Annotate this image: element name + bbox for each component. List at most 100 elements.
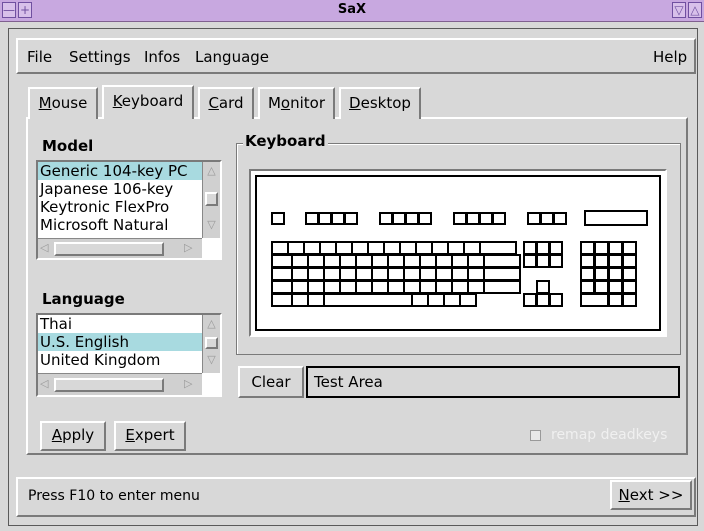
language-hscrollbar[interactable]: ◁ ▷ (38, 373, 202, 395)
keyboard-key (549, 241, 563, 255)
scroll-thumb[interactable] (54, 242, 164, 256)
keyboard-key (622, 293, 637, 307)
scroll-thumb[interactable] (205, 337, 218, 349)
window-sticky-icon[interactable]: + (18, 2, 32, 18)
tab-monitor[interactable]: Monitor (258, 87, 335, 119)
keyboard-key (271, 254, 293, 268)
keyboard-key (305, 212, 319, 225)
window-title: SaX (337, 2, 367, 17)
keyboard-key (580, 254, 595, 268)
list-item[interactable]: Keytronic FlexPro (38, 198, 202, 216)
model-hscrollbar[interactable]: ◁ ▷ (38, 238, 202, 258)
list-item[interactable]: Generic 104-key PC (38, 162, 202, 180)
scroll-thumb[interactable] (205, 192, 218, 206)
keyboard-key (271, 293, 293, 307)
keyboard-key (483, 280, 521, 294)
keyboard-key (479, 212, 493, 225)
scroll-thumb[interactable] (54, 378, 164, 392)
remap-deadkeys-label: remap deadkeys (551, 427, 668, 443)
menu-language[interactable]: Language (195, 47, 269, 67)
keyboard-key (622, 267, 637, 281)
keyboard-key (392, 212, 406, 225)
keyboard-key (608, 267, 623, 281)
keyboard-key (622, 280, 637, 294)
keyboard-key (608, 280, 623, 294)
list-item[interactable]: Thai (38, 315, 202, 333)
menu-infos[interactable]: Infos (144, 47, 180, 67)
scroll-down-icon[interactable]: ▽ (203, 353, 220, 367)
keyboard-key (323, 293, 413, 307)
keyboard-key (549, 254, 563, 268)
keyboard-key (536, 254, 550, 268)
list-item[interactable]: Japanese 106-key (38, 180, 202, 198)
keyboard-key (536, 241, 550, 255)
language-label: Language (42, 290, 125, 308)
keyboard-key (405, 212, 419, 225)
language-vscrollbar[interactable]: △ ▽ (202, 315, 220, 373)
keyboard-key (536, 293, 550, 307)
keyboard-key (580, 280, 595, 294)
next-button[interactable]: Next >> (610, 480, 692, 510)
scroll-down-icon[interactable]: ▽ (203, 218, 220, 232)
clear-button-label: Clear (251, 373, 291, 391)
model-list[interactable]: Generic 104-key PC Japanese 106-key Keyt… (38, 162, 202, 238)
keyboard-key (379, 212, 393, 225)
keyboard-key (594, 280, 609, 294)
keyboard-key (271, 280, 293, 294)
tab-desktop[interactable]: Desktop (339, 87, 421, 119)
tab-label: Mouse (38, 94, 88, 112)
list-item[interactable]: United Kingdom (38, 351, 202, 369)
tab-mouse[interactable]: Mouse (28, 87, 98, 119)
keyboard-key (540, 212, 554, 225)
keyboard-key (580, 293, 609, 307)
keyboard-key (608, 254, 623, 268)
scroll-right-icon[interactable]: ▷ (184, 241, 192, 255)
keyboard-group-label: Keyboard (243, 132, 328, 150)
list-item[interactable]: Microsoft Natural (38, 216, 202, 234)
keyboard-keys (255, 175, 661, 331)
keyboard-key (418, 212, 432, 225)
tab-card[interactable]: Card (198, 87, 254, 119)
keyboard-key (483, 267, 521, 281)
apply-button-label: Apply (51, 426, 95, 444)
scroll-up-icon[interactable]: △ (203, 317, 220, 331)
keyboard-key (580, 267, 595, 281)
keyboard-key (536, 280, 550, 294)
apply-button[interactable]: Apply (40, 421, 106, 451)
menu-file[interactable]: File (27, 47, 52, 67)
keyboard-key (318, 212, 332, 225)
keyboard-key (594, 241, 609, 255)
keyboard-key (580, 241, 595, 255)
scroll-right-icon[interactable]: ▷ (184, 377, 192, 391)
scroll-left-icon[interactable]: ◁ (40, 241, 48, 255)
model-vscrollbar[interactable]: △ ▽ (202, 162, 220, 238)
language-list[interactable]: Thai U.S. English United Kingdom (38, 315, 202, 373)
keyboard-key (344, 212, 358, 225)
tab-label: Keyboard (112, 92, 184, 110)
keyboard-key (553, 212, 567, 225)
maximize-icon[interactable]: △ (688, 2, 702, 18)
minimize-icon[interactable]: ▽ (672, 2, 686, 18)
keyboard-key (271, 267, 293, 281)
keyboard-key (608, 293, 623, 307)
menu-settings[interactable]: Settings (69, 47, 131, 67)
keyboard-key (331, 212, 345, 225)
test-area-input[interactable]: Test Area (306, 366, 680, 398)
keyboard-key (523, 254, 537, 268)
model-label: Model (42, 137, 94, 155)
window-menu-icon[interactable]: — (2, 2, 16, 18)
tab-keyboard[interactable]: Keyboard (102, 85, 194, 119)
expert-button[interactable]: Expert (114, 421, 186, 451)
keyboard-key (608, 241, 623, 255)
next-button-label: Next >> (618, 486, 684, 504)
list-item[interactable]: U.S. English (38, 333, 202, 351)
keyboard-key (459, 293, 477, 307)
clear-button[interactable]: Clear (238, 366, 304, 398)
keyboard-key (584, 210, 648, 226)
remap-deadkeys-checkbox[interactable] (530, 430, 541, 441)
keyboard-key (523, 293, 537, 307)
menu-help[interactable]: Help (653, 47, 687, 67)
keyboard-key (453, 212, 467, 225)
scroll-up-icon[interactable]: △ (203, 164, 220, 178)
scroll-left-icon[interactable]: ◁ (40, 377, 48, 391)
